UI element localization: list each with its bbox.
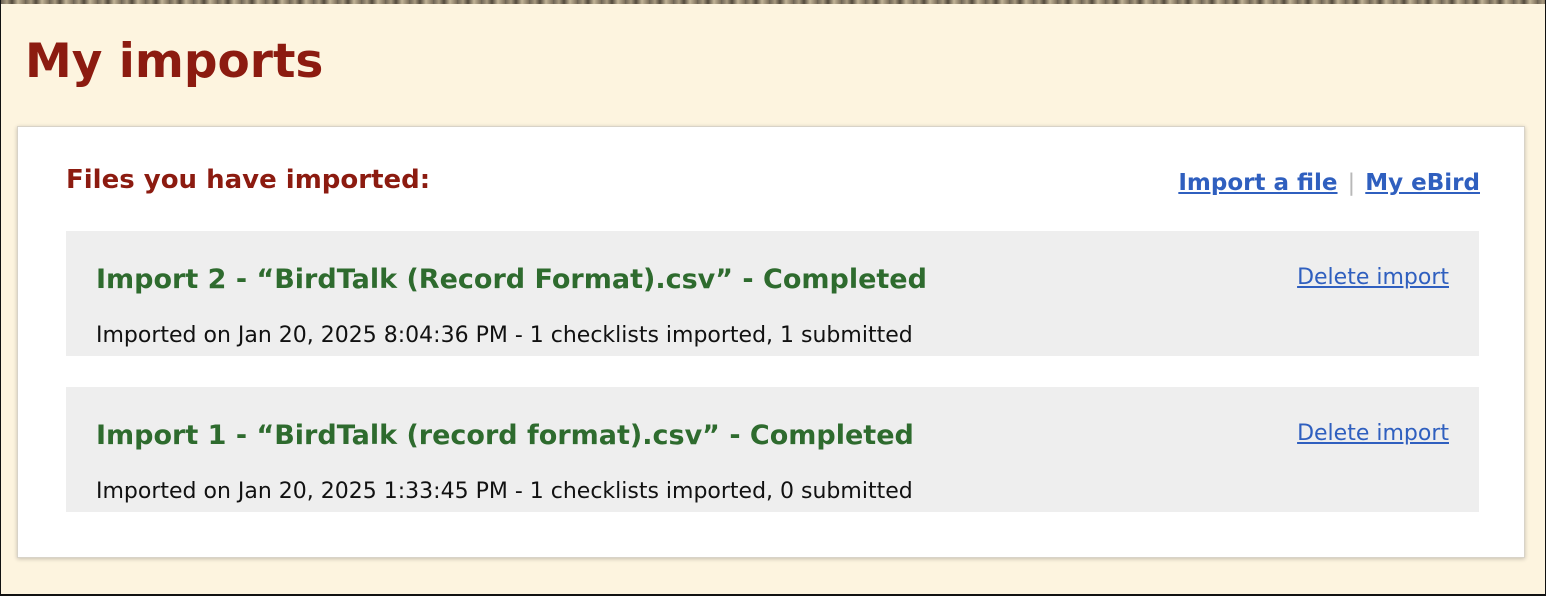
link-separator: |: [1347, 170, 1356, 196]
import-file-link[interactable]: Import a file: [1178, 170, 1337, 196]
import-item: Import 2 - “BirdTalk (Record Format).csv…: [66, 231, 1479, 356]
delete-import-link[interactable]: Delete import: [1297, 421, 1449, 446]
imports-panel: Files you have imported: Import a file | M…: [17, 126, 1525, 558]
import-details: Imported on Jan 20, 2025 1:33:45 PM - 1 …: [96, 479, 913, 504]
panel-links: Import a file | My eBird: [1178, 170, 1480, 196]
import-title: Import 2 - “BirdTalk (Record Format).csv…: [96, 264, 927, 295]
import-details: Imported on Jan 20, 2025 8:04:36 PM - 1 …: [96, 323, 913, 348]
header-image-strip: [1, 0, 1545, 4]
my-ebird-link[interactable]: My eBird: [1365, 170, 1480, 196]
page-frame: My imports Files you have imported: Impo…: [0, 0, 1546, 596]
import-item: Import 1 - “BirdTalk (record format).csv…: [66, 387, 1479, 512]
page-title: My imports: [25, 34, 324, 89]
delete-import-link[interactable]: Delete import: [1297, 265, 1449, 290]
files-heading: Files you have imported:: [66, 165, 431, 195]
import-title: Import 1 - “BirdTalk (record format).csv…: [96, 420, 914, 451]
